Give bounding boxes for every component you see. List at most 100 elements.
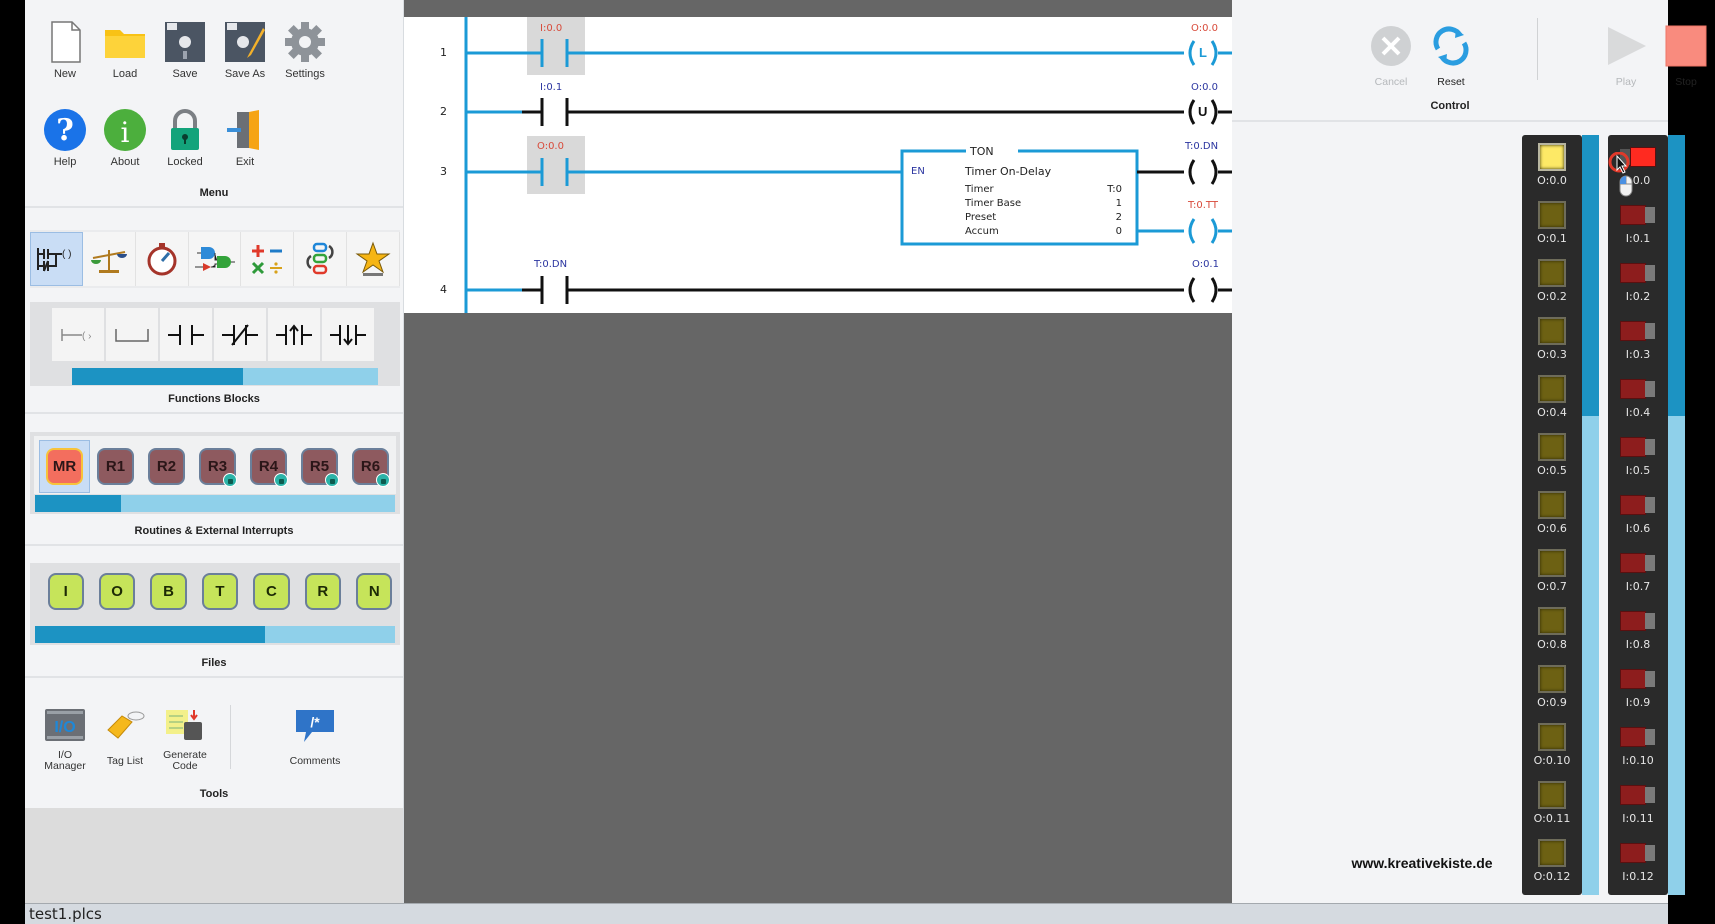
file-c[interactable]: C [253,573,290,610]
rung-4-coil-tag[interactable]: O:0.1 [1192,259,1219,270]
rung-3-coil-tag[interactable]: T:0.DN [1185,141,1218,152]
nc-contact-element[interactable] [214,308,266,361]
rung-number: 3 [440,165,447,178]
input-toggle-switch[interactable] [1620,727,1656,747]
outputs-scrollbar[interactable] [1582,135,1599,895]
rung-1-contact-tag[interactable]: I:0.0 [540,23,562,34]
branch-element[interactable]: ( › [52,308,104,361]
ton-param-value[interactable]: 2 [1116,212,1122,223]
routine-r3[interactable]: R3 [192,440,243,493]
ladder-editor[interactable]: 1 2 3 4 I:0.0 I:0.1 O:0.0 T:0.DN O:0.0 O… [404,0,1232,903]
input-label: I:0.4 [1625,406,1651,419]
rung-3-contact-tag[interactable]: O:0.0 [537,141,564,152]
rung-3-tt-coil-right [1210,218,1218,244]
rung-4-contact-tag[interactable]: T:0.DN [534,259,567,270]
cancel-button[interactable]: Cancel [1361,25,1421,88]
rung-3-dn-coil-right [1210,159,1218,185]
input-toggle-switch[interactable] [1620,843,1656,863]
input-toggle-switch[interactable] [1620,611,1656,631]
reset-button[interactable]: Reset [1421,25,1481,88]
negative-edge-element[interactable] [322,308,374,361]
output-lamp [1538,665,1566,693]
empty-rung-element[interactable] [106,308,158,361]
tab-math[interactable] [241,232,295,286]
inputs-scrollbar[interactable] [1668,135,1685,895]
input-toggle-switch[interactable] [1620,321,1656,341]
ton-param-value[interactable]: 1 [1116,198,1122,209]
scrollbar-thumb[interactable] [1582,135,1599,417]
scrollbar-thumb[interactable] [72,368,244,385]
about-button[interactable]: i About [95,108,155,168]
help-button[interactable]: ? Help [35,108,95,168]
scrollbar-thumb[interactable] [35,626,266,643]
new-button[interactable]: New [35,20,95,80]
input-toggle-switch[interactable] [1620,669,1656,689]
file-b[interactable]: B [150,573,187,610]
input-toggle-switch[interactable] [1620,553,1656,573]
output-label: O:0.4 [1537,406,1567,419]
new-file-icon [51,21,81,63]
routine-r5[interactable]: R5 [294,440,345,493]
tab-bit-instructions[interactable]: ( ) [30,232,83,286]
ladder-diagram[interactable]: 1 2 3 4 I:0.0 I:0.1 O:0.0 T:0.DN O:0.0 O… [404,17,1232,313]
settings-button[interactable]: Settings [275,20,335,80]
ton-param-value[interactable]: T:0 [1107,184,1122,195]
routine-r4[interactable]: R4 [243,440,294,493]
file-o[interactable]: O [98,573,136,610]
input-toggle-switch[interactable] [1620,205,1656,225]
play-button[interactable]: Play [1596,25,1656,88]
file-t[interactable]: T [201,573,239,610]
output-lamp [1538,143,1566,171]
load-button[interactable]: Load [95,20,155,80]
routine-r2[interactable]: R2 [141,440,192,493]
input-toggle-switch[interactable] [1620,785,1656,805]
io-manager-button[interactable]: I/O I/O Manager [35,708,95,772]
files-scrollbar[interactable] [35,626,395,643]
rung-2-coil-tag[interactable]: O:0.0 [1191,82,1218,93]
locked-button[interactable]: Locked [155,108,215,168]
input-label: I:0.1 [1625,232,1651,245]
routine-r1[interactable]: R1 [90,440,141,493]
save-button[interactable]: Save [155,20,215,80]
input-toggle-switch[interactable] [1620,437,1656,457]
comments-button[interactable]: /* Comments [285,708,345,767]
no-contact-element[interactable] [160,308,212,361]
output-label: O:0.2 [1537,290,1567,303]
tab-timer[interactable] [135,232,189,286]
save-as-button[interactable]: Save As [215,20,275,80]
file-i[interactable]: I [47,573,84,610]
input-toggle-switch[interactable] [1620,379,1656,399]
positive-edge-element[interactable] [268,308,320,361]
input-toggle-switch[interactable] [1620,495,1656,515]
lock-badge-icon [274,473,288,487]
tag-list-button[interactable]: Tag List [95,708,155,767]
routine-r6[interactable]: R6 [345,440,396,493]
save-label: Save [172,68,198,80]
rung-1-coil-tag[interactable]: O:0.0 [1191,23,1218,34]
output-label: O:0.3 [1537,348,1567,361]
tab-favorites[interactable] [347,232,401,286]
svg-text:/*: /* [310,714,320,730]
scrollbar-thumb[interactable] [35,495,122,512]
routine-mr[interactable]: MR [39,440,90,493]
ton-param-value[interactable]: 0 [1116,226,1122,237]
rung-2-contact-tag[interactable]: I:0.1 [540,82,562,93]
svg-text:( ›: ( › [82,331,91,342]
routines-scrollbar[interactable] [35,495,395,512]
tab-compare[interactable] [82,232,136,286]
file-r[interactable]: R [304,573,342,610]
generate-code-button[interactable]: Generate Code [155,708,215,772]
rung-number: 4 [440,283,447,296]
exit-button[interactable]: Exit [215,108,275,168]
website-link[interactable]: www.kreativekiste.de [1322,855,1522,871]
scrollbar-thumb[interactable] [1668,135,1685,417]
file-n[interactable]: N [356,573,393,610]
divider [1232,120,1668,122]
stop-button[interactable]: Stop [1656,25,1715,88]
rung-3-coil2-tag[interactable]: T:0.TT [1188,200,1218,211]
tab-logic-gates[interactable] [188,232,242,286]
tab-move[interactable] [294,232,348,286]
about-label: About [110,156,140,168]
function-blocks-scrollbar[interactable] [72,368,378,385]
input-toggle-switch[interactable] [1620,263,1656,283]
